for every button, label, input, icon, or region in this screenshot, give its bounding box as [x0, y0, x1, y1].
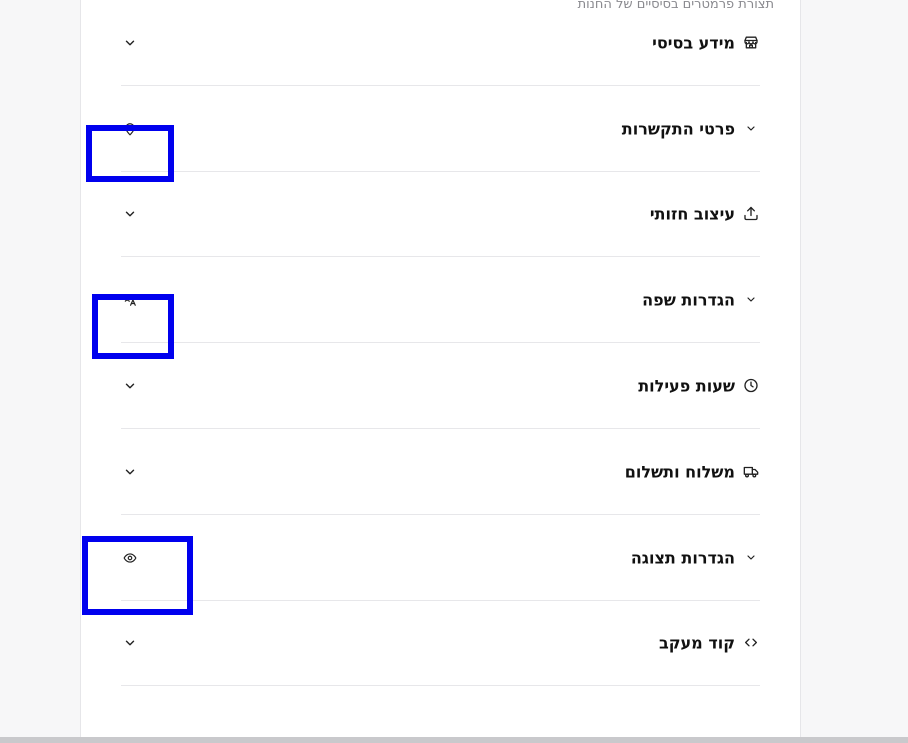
truck-icon [742, 463, 760, 481]
accordion-header: מידע בסיסי [652, 33, 760, 52]
accordion-header: הגדרות תצוגה [631, 548, 760, 567]
accordion-basic-info[interactable]: מידע בסיסי [121, 0, 760, 86]
horizontal-scrollbar[interactable] [0, 737, 908, 743]
chevron-down-icon[interactable] [121, 34, 139, 52]
accordion-header: הגדרות שפה [642, 290, 760, 309]
map-pin-icon [121, 120, 139, 138]
accordion-title: שעות פעילות [638, 376, 735, 395]
chevron-down-icon[interactable] [121, 463, 139, 481]
store-icon [742, 34, 760, 52]
upload-icon [742, 205, 760, 223]
accordion-contact-details[interactable]: פרטי התקשרות [121, 86, 760, 172]
accordion-title: מידע בסיסי [652, 33, 735, 52]
accordion-title: הגדרות תצוגה [630, 548, 735, 567]
accordion-display-settings[interactable]: הגדרות תצוגה [121, 515, 760, 601]
accordion-title: הגדרות שפה [642, 290, 735, 309]
chevron-down-icon[interactable] [742, 120, 760, 138]
accordion-header: פרטי התקשרות [622, 119, 760, 138]
clock-icon [742, 377, 760, 395]
eye-icon [121, 549, 139, 567]
translate-icon [121, 291, 139, 309]
accordion-opening-hours[interactable]: שעות פעילות [121, 343, 760, 429]
accordion-tracking-code[interactable]: קוד מעקב [121, 600, 760, 686]
code-icon [742, 634, 760, 652]
chevron-down-icon[interactable] [121, 205, 139, 223]
chevron-down-icon[interactable] [121, 377, 139, 395]
accordion-header: שעות פעילות [638, 376, 760, 395]
accordion-visual-design[interactable]: עיצוב חזותי [121, 171, 760, 257]
accordion-title: עיצוב חזותי [649, 204, 735, 223]
accordion-header: משלוח ותשלום [625, 462, 760, 481]
chevron-down-icon[interactable] [742, 291, 760, 309]
accordion-shipping-payment[interactable]: משלוח ותשלום [121, 429, 760, 515]
settings-card: תצורת פרמטרים בסיסיים של החנות מידע בסיס… [80, 0, 801, 737]
accordion-header: עיצוב חזותי [650, 204, 760, 223]
accordion-language-settings[interactable]: הגדרות שפה [121, 257, 760, 343]
accordion-title: קוד מעקב [658, 633, 735, 652]
accordion-title: משלוח ותשלום [624, 462, 735, 481]
accordion-header: קוד מעקב [659, 633, 760, 652]
chevron-down-icon[interactable] [742, 549, 760, 567]
accordion-title: פרטי התקשרות [621, 119, 735, 138]
chevron-down-icon[interactable] [121, 634, 139, 652]
